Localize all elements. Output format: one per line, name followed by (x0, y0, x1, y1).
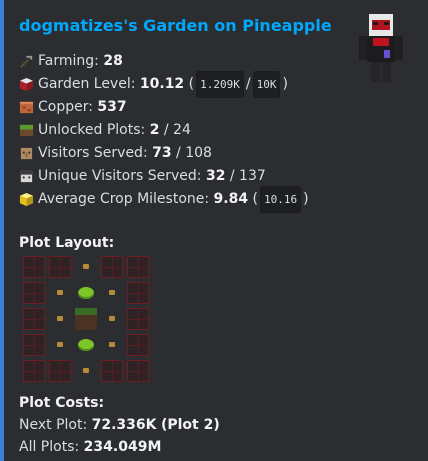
plot-cell-seed (49, 282, 71, 304)
plot-cell-locked (23, 282, 45, 304)
seed-icon (109, 290, 115, 295)
seed-icon (83, 264, 89, 269)
next-plot-number: (Plot 2) (160, 417, 220, 433)
plot-cell-seed (101, 308, 123, 330)
plot-cell-locked (101, 360, 123, 382)
unlocked-plots-total: / 24 (163, 122, 191, 138)
grass-block-icon (19, 124, 34, 137)
plot-cell-locked (101, 256, 123, 278)
plot-cell-seed (49, 334, 71, 356)
plot-cell-seed (75, 256, 97, 278)
copper-label: Copper: (38, 99, 93, 115)
stat-visitors-served: Visitors Served: 73 / 108 (19, 142, 309, 165)
unique-visitors-label: Unique Visitors Served: (38, 168, 202, 184)
seed-icon (57, 342, 63, 347)
visitors-served-label: Visitors Served: (38, 145, 148, 161)
visitors-served-value: 73 (152, 145, 172, 161)
stat-garden-level: Garden Level: 10.12 (1.209K/10K) (19, 71, 309, 98)
garden-level-label: Garden Level: (38, 76, 136, 92)
plot-cell-locked (23, 360, 45, 382)
plot-layout-heading: Plot Layout: (19, 235, 115, 251)
paren-open: ( (252, 191, 259, 207)
garden-xp-current: 1.209K (196, 71, 244, 98)
plot-costs-heading: Plot Costs: (19, 395, 105, 411)
all-plots-label: All Plots: (19, 439, 80, 455)
plot-cell-locked (127, 334, 149, 356)
plot-cell-locked (127, 282, 149, 304)
unique-visitors-total: / 137 (229, 168, 266, 184)
plot-cell-seed (49, 308, 71, 330)
stat-unlocked-plots: Unlocked Plots: 2 / 24 (19, 119, 309, 142)
unlocked-plots-value: 2 (149, 122, 160, 138)
next-plot-label: Next Plot: (19, 417, 88, 433)
visitors-served-total: / 108 (176, 145, 212, 161)
seed-icon (109, 316, 115, 321)
garden-level-value: 10.12 (139, 76, 185, 92)
copper-block-icon (19, 101, 34, 114)
all-plots-value: 234.049M (83, 439, 162, 455)
unlocked-plots-label: Unlocked Plots: (38, 122, 146, 138)
villager-head-icon (20, 170, 33, 183)
copper-value: 537 (97, 99, 127, 115)
all-plots-row: All Plots: 234.049M (19, 436, 220, 458)
stat-unique-visitors: Unique Visitors Served: 32 / 137 (19, 165, 309, 188)
farming-value: 28 (103, 53, 123, 69)
stat-farming: Farming: 28 (19, 50, 309, 73)
plot-cell-locked (23, 308, 45, 330)
next-plot-value: 72.336K (91, 417, 157, 433)
paren-close: ) (303, 191, 309, 207)
seed-icon (57, 290, 63, 295)
plot-cell-seed (75, 360, 97, 382)
plot-cell-seed (101, 282, 123, 304)
next-plot-row: Next Plot: 72.336K (Plot 2) (19, 414, 220, 436)
stat-copper: Copper: 537 (19, 96, 309, 119)
plot-cell-crop (75, 282, 97, 304)
crop-milestone-value: 9.84 (213, 191, 249, 207)
plot-cell-locked (127, 308, 149, 330)
red-block-icon (19, 77, 34, 92)
plot-cell-crop (75, 334, 97, 356)
plot-layout-grid (23, 256, 149, 382)
garden-xp-separator: / (245, 76, 251, 92)
farming-label: Farming: (38, 53, 99, 69)
stat-crop-milestone: Average Crop Milestone: 9.84 (10.16) (19, 186, 309, 213)
seed-icon (83, 368, 89, 373)
plot-costs: Plot Costs: Next Plot: 72.336K (Plot 2) … (19, 392, 220, 458)
hoe-icon (20, 55, 33, 68)
garden-xp-max: 10K (252, 71, 281, 98)
plot-cell-center (75, 308, 97, 330)
garden-center-icon (75, 308, 97, 330)
paren-close: ) (282, 76, 288, 92)
garden-embed: dogmatizes's Garden on Pineapple Farming… (0, 0, 428, 461)
gold-block-icon (19, 192, 34, 207)
embed-title[interactable]: dogmatizes's Garden on Pineapple (19, 16, 332, 35)
seed-icon (109, 342, 115, 347)
seed-icon (57, 316, 63, 321)
crop-milestone-exact: 10.16 (260, 186, 302, 213)
plot-cell-seed (101, 334, 123, 356)
crop-milestone-label: Average Crop Milestone: (38, 191, 210, 207)
plot-cell-locked (127, 360, 149, 382)
garden-stats: Farming: 28 Garden Level: 10.12 (1.209K /… (19, 50, 309, 213)
plot-cell-locked (49, 360, 71, 382)
player-skin-avatar (359, 14, 403, 82)
paren-open: ( (188, 76, 195, 92)
plot-cell-locked (23, 334, 45, 356)
plot-cell-locked (23, 256, 45, 278)
crop-icon (78, 287, 94, 299)
villager-head-icon (20, 147, 33, 160)
unique-visitors-value: 32 (205, 168, 226, 184)
crop-icon (78, 339, 94, 351)
plot-cell-locked (127, 256, 149, 278)
plot-cell-locked (49, 256, 71, 278)
